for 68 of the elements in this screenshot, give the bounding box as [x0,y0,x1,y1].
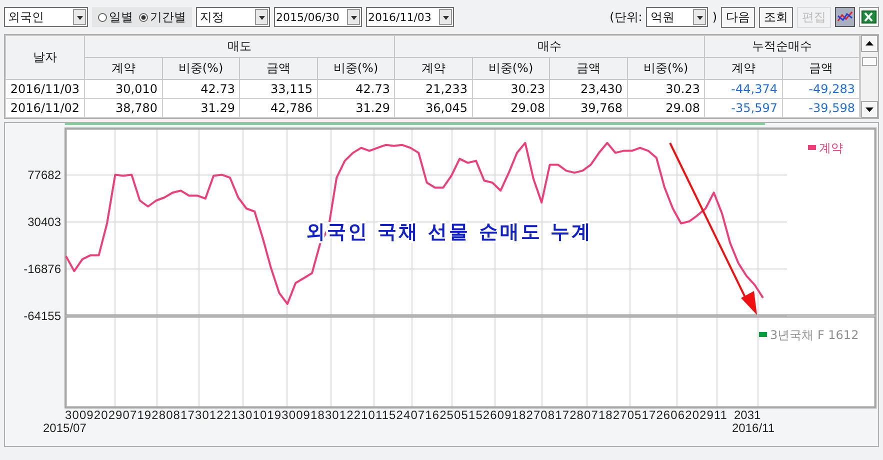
column-header: 금액 [240,58,317,80]
column-header: 날자 [6,36,84,80]
legend-label: 3년국채 F 1612 [770,328,859,342]
legend-label: 계약 [819,141,843,155]
x-end-label: 2016/11 [732,421,774,435]
y-tick-label: 30403 [28,215,61,229]
table-cell: 42.73 [162,80,240,98]
period-radio[interactable]: 일별 [98,8,133,26]
dropdown-icon [255,9,268,25]
table-cell: 29.08 [627,98,704,118]
investor-select[interactable]: 외국인 [4,7,88,27]
y-tick-label: 77682 [28,168,61,182]
table-cell: 31.29 [162,98,240,118]
column-header: 비중(%) [472,58,550,80]
table-cell: 42.73 [317,80,394,98]
column-header: 비중(%) [627,58,704,80]
scroll-up-icon[interactable] [861,35,878,52]
table-cell: 31.29 [317,98,394,118]
scroll-down-icon[interactable] [861,101,878,118]
start-date-field[interactable]: 2015/06/30 [274,7,362,27]
table-cell: 38,780 [84,98,162,118]
dropdown-icon [693,9,706,25]
unit-select[interactable]: 억원 [646,7,708,27]
date-cell: 2016/11/03 [6,80,84,98]
column-header: 계약 [704,58,782,80]
column-header: 비중(%) [162,58,240,80]
range-select[interactable]: 지정 [196,7,270,27]
end-date-field[interactable]: 2016/11/03 [366,7,454,27]
column-header: 계약 [394,58,472,80]
column-header: 계약 [84,58,162,80]
x-tick-labels: 30092029071928081730122130101930091830122101152407162505152609182708172807182705172606202911 [65,408,727,422]
table-cell: 21,233 [394,80,472,98]
dropdown-icon [439,9,452,25]
column-header: 금액 [782,58,860,80]
x-start-label: 2015/07 [43,421,86,435]
table-cell: -35,597 [704,98,782,118]
unit-label: (단위: [610,8,642,26]
chart-toggle-button[interactable] [835,7,855,27]
table-cell: 30.23 [627,80,704,98]
column-group-header: 매도 [84,36,394,58]
table-cell: -49,283 [782,80,860,98]
column-group-header: 누적순매수 [704,36,860,58]
table-cell: 36,045 [394,98,472,118]
column-group-header: 매수 [394,36,704,58]
column-header: 금액 [550,58,627,80]
dropdown-icon [73,9,86,25]
dropdown-icon [347,9,360,25]
table-cell: 42,786 [240,98,317,118]
table-cell: 30,010 [84,80,162,98]
column-header: 비중(%) [317,58,394,80]
table-cell: 30.23 [472,80,550,98]
table-cell: 33,115 [240,80,317,98]
date-cell: 2016/11/02 [6,98,84,118]
period-radio[interactable]: 기간별 [139,8,186,26]
toolbar-button[interactable]: 다음 [721,6,755,28]
table-cell: 23,430 [550,80,627,98]
scrollbar[interactable] [860,35,878,118]
y-tick-label: -64155 [24,309,61,323]
unit-label-end: ) [712,10,717,24]
x-tick-label: 2031 [734,408,761,422]
toolbar-button[interactable]: 조회 [759,6,793,28]
scroll-thumb[interactable] [862,57,877,66]
excel-export-button[interactable] [859,7,879,27]
table-cell: 39,768 [550,98,627,118]
y-tick-label: -16876 [24,262,61,276]
table-cell: -44,374 [704,80,782,98]
table-cell: 29.08 [472,98,550,118]
table-cell: -39,598 [782,98,860,118]
